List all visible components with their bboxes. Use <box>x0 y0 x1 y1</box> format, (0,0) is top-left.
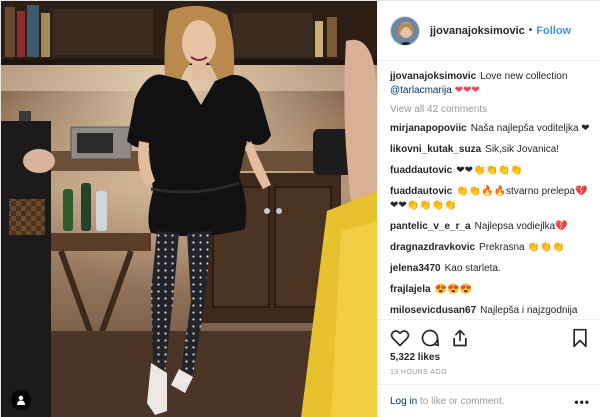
comment-text: Najlepsa vodiejlka💔 <box>474 221 568 232</box>
comment-username[interactable]: dragnazdravkovic <box>390 242 475 253</box>
comment-username[interactable]: fuaddautovic <box>390 165 452 176</box>
comment-text: Sik,sik Jovanica! <box>485 144 560 155</box>
comment-text: Prekrasna 👏👏👏 <box>479 242 565 253</box>
comment-item: frajlajela 😍😍😍 <box>390 283 592 297</box>
view-all-comments-link[interactable]: View all 42 comments <box>390 104 592 115</box>
post-dialog: jjovanajoksimovic • Follow jjovanajoksim… <box>0 0 600 417</box>
comment-item: pantelic_v_e_r_a Najlepsa vodiejlka💔 <box>390 220 592 234</box>
comment-item: fuaddautovic 👏👏🔥🔥stvarno prelepa💔❤❤👏👏👏👏 <box>390 185 592 213</box>
post-header: jjovanajoksimovic • Follow <box>378 1 600 61</box>
comment-username[interactable]: mirjanapopoviic <box>390 123 467 134</box>
comment-item: milosevicdusan67Najlepša i najzgodnija v… <box>390 304 592 318</box>
comment-username[interactable]: frajlajela <box>390 284 431 295</box>
comment-username[interactable]: milosevicdusan67 <box>390 305 476 316</box>
caption-mention[interactable]: @tarlacmarija <box>390 85 452 96</box>
post-author-username[interactable]: jjovanajoksimovic <box>430 25 525 37</box>
comment-username[interactable]: pantelic_v_e_r_a <box>390 221 471 232</box>
caption-username[interactable]: jjovanajoksimovic <box>390 71 476 82</box>
comment-item: jelena3470 Kao starleta. <box>390 262 592 276</box>
follow-button[interactable]: Follow <box>536 25 571 37</box>
user-tag-icon[interactable] <box>11 390 31 410</box>
photo-illustration <box>1 1 377 417</box>
bookmark-icon[interactable] <box>570 328 590 348</box>
comment-username[interactable]: likovni_kutak_suza <box>390 144 481 155</box>
login-link[interactable]: Log in <box>390 396 417 407</box>
comment-username[interactable]: fuaddautovic <box>390 186 452 197</box>
comment-item: mirjanapopoviic Naša najlepša voditeljka … <box>390 122 592 136</box>
comment-item: dragnazdravkovic Prekrasna 👏👏👏 <box>390 241 592 255</box>
caption-emoji: ❤❤❤ <box>454 85 480 96</box>
comment-text: 😍😍😍 <box>434 284 472 295</box>
share-icon[interactable] <box>450 328 470 348</box>
comment-username[interactable]: jelena3470 <box>390 263 441 274</box>
post-photo[interactable] <box>1 1 377 417</box>
post-caption: jjovanajoksimovic Love new collection @ta… <box>390 70 592 98</box>
avatar[interactable] <box>390 15 420 46</box>
header-separator: • <box>528 25 533 36</box>
login-bar: Log in to like or comment. ••• <box>378 384 600 417</box>
comment-icon[interactable] <box>420 328 440 348</box>
comment-text: ❤❤👏👏👏👏 <box>456 165 523 176</box>
post-side-panel: jjovanajoksimovic • Follow jjovanajoksim… <box>377 1 600 417</box>
comments-section[interactable]: jjovanajoksimovic Love new collection @ta… <box>378 62 600 318</box>
comment-item: likovni_kutak_suza Sik,sik Jovanica! <box>390 143 592 157</box>
comment-text: Naša najlepša voditeljka ❤ <box>470 123 590 134</box>
login-prompt-text: to like or comment. <box>417 396 505 407</box>
heart-icon[interactable] <box>390 328 410 348</box>
more-options-icon[interactable]: ••• <box>574 395 590 409</box>
like-count[interactable]: 5,322 likes <box>390 352 440 363</box>
comment-text: Kao starleta. <box>444 263 501 274</box>
caption-text: Love new collection <box>480 71 568 82</box>
comment-item: fuaddautovic ❤❤👏👏👏👏 <box>390 164 592 178</box>
post-timestamp[interactable]: 13 HOURS AGO <box>390 369 447 376</box>
